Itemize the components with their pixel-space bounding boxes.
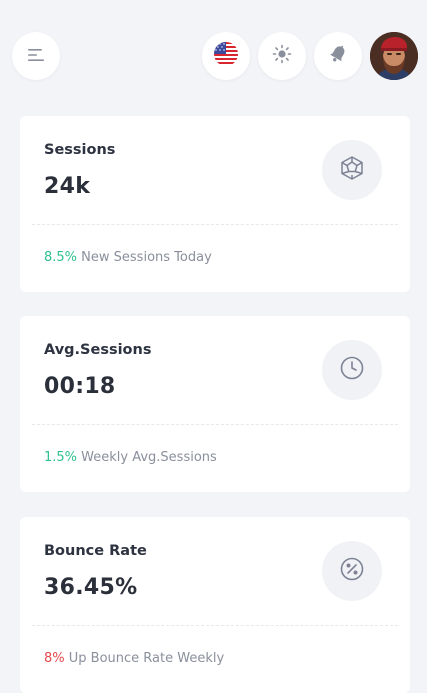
percent-icon (339, 556, 365, 586)
card-value: 00:18 (44, 374, 116, 399)
change-percent: 1.5% (44, 450, 78, 465)
card-footer: 1.5% Weekly Avg.Sessions (44, 450, 217, 465)
bounce-rate-card: Bounce Rate 36.45% 8% Up Bounce Rate Wee… (20, 517, 410, 693)
card-icon-wrapper (322, 541, 382, 601)
theme-toggle-button[interactable] (258, 32, 306, 80)
card-divider (32, 424, 398, 425)
card-title: Avg.Sessions (44, 342, 152, 358)
card-divider (32, 625, 398, 626)
bell-icon (327, 43, 349, 69)
avg-sessions-card: Avg.Sessions 00:18 1.5% Weekly Avg.Sessi… (20, 316, 410, 492)
card-footer: 8% Up Bounce Rate Weekly (44, 651, 224, 666)
sun-icon (272, 44, 292, 68)
card-title: Bounce Rate (44, 543, 147, 559)
card-value: 36.45% (44, 575, 138, 600)
card-value: 24k (44, 174, 91, 199)
change-caption: Weekly Avg.Sessions (81, 450, 217, 465)
language-button[interactable] (202, 32, 250, 80)
change-caption: Up Bounce Rate Weekly (68, 651, 225, 666)
us-flag-icon (213, 41, 239, 71)
menu-button[interactable] (12, 32, 60, 80)
user-avatar[interactable] (370, 32, 418, 80)
clock-icon (339, 355, 365, 385)
change-caption: New Sessions Today (81, 250, 212, 265)
sessions-card: Sessions 24k 8.5% New Sessions Today (20, 116, 410, 292)
notifications-button[interactable] (314, 32, 362, 80)
card-icon-wrapper (322, 140, 382, 200)
top-bar (0, 0, 427, 110)
change-percent: 8.5% (44, 250, 78, 265)
card-icon-wrapper (322, 340, 382, 400)
menu-icon (27, 47, 45, 66)
card-divider (32, 224, 398, 225)
card-title: Sessions (44, 142, 116, 158)
change-percent: 8% (44, 651, 65, 666)
card-footer: 8.5% New Sessions Today (44, 250, 212, 265)
dodecahedron-icon (339, 155, 365, 185)
